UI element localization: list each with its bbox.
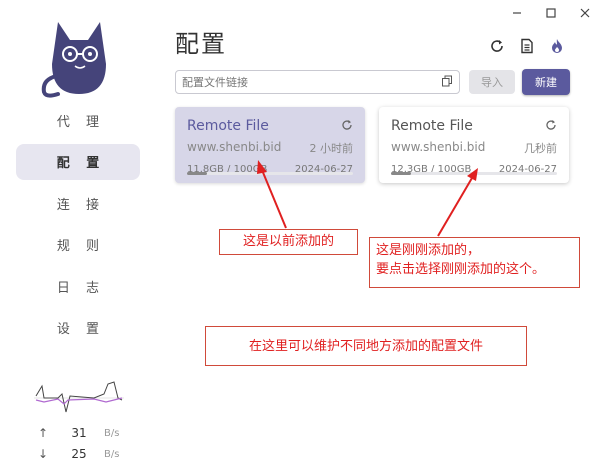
- refresh-icon[interactable]: [341, 116, 353, 135]
- window-controls: [510, 6, 592, 20]
- annotation-note: 这是刚刚添加的， 要点击选择刚刚添加的这个。: [369, 237, 580, 288]
- annotation-note: 在这里可以维护不同地方添加的配置文件: [205, 326, 527, 366]
- download-value: 25: [71, 447, 87, 459]
- sidebar-item-label: 规 则: [56, 239, 106, 254]
- annotation-line: 这是刚刚添加的，: [376, 243, 481, 258]
- profile-url: www.shenbi.bid: [391, 140, 486, 154]
- sidebar-nav: 代 理 配 置 连 接 规 则 日 志 设 置: [16, 102, 140, 351]
- profile-url: www.shenbi.bid: [187, 140, 282, 154]
- page-title: 配置: [175, 30, 227, 58]
- paste-icon[interactable]: [441, 75, 453, 90]
- sidebar-item-label: 设 置: [56, 322, 106, 337]
- download-unit: B/s: [104, 448, 120, 459]
- sidebar-item-settings[interactable]: 设 置: [16, 310, 140, 346]
- profile-card[interactable]: Remote File www.shenbi.bid 几秒前 12.3GB / …: [379, 107, 569, 183]
- usage-bar: [391, 172, 557, 175]
- sidebar-item-label: 配 置: [56, 156, 106, 171]
- sidebar-item-connections[interactable]: 连 接: [16, 185, 140, 221]
- sidebar-item-rules[interactable]: 规 则: [16, 227, 140, 263]
- document-icon[interactable]: [518, 37, 536, 55]
- sidebar-item-label: 日 志: [56, 280, 106, 296]
- profile-name: Remote File: [187, 118, 269, 134]
- minimize-icon[interactable]: [510, 6, 524, 20]
- usage-bar-fill: [391, 172, 412, 175]
- cat-logo: [41, 22, 106, 98]
- annotation-note: 这是以前添加的: [219, 229, 358, 255]
- annotation-line: 要点击选择刚刚添加的这个。: [376, 262, 546, 277]
- sidebar: 代 理 配 置 连 接 规 则 日 志 设 置 ↑ 31 B/s ↓ 25 B/…: [0, 0, 158, 459]
- import-button[interactable]: 导入: [469, 70, 515, 94]
- profile-updated: 几秒前: [524, 142, 557, 155]
- profile-url-field[interactable]: [175, 70, 460, 94]
- profile-url-input[interactable]: [182, 75, 441, 89]
- profile-updated: 2 小时前: [309, 142, 354, 155]
- download-speed: ↓ 25 B/s: [38, 447, 119, 459]
- refresh-icon[interactable]: [545, 116, 557, 135]
- close-icon[interactable]: [578, 6, 592, 20]
- arrow-up-icon: ↑: [38, 426, 49, 440]
- fire-icon[interactable]: [548, 37, 566, 55]
- usage-bar-fill: [187, 172, 207, 175]
- refresh-icon[interactable]: [488, 37, 506, 55]
- sidebar-item-logs[interactable]: 日 志: [16, 268, 140, 304]
- maximize-icon[interactable]: [544, 6, 558, 20]
- header-actions: [488, 37, 566, 55]
- usage-bar: [187, 172, 353, 175]
- upload-value: 31: [71, 426, 87, 440]
- profile-name: Remote File: [391, 118, 473, 134]
- upload-speed: ↑ 31 B/s: [38, 426, 119, 440]
- traffic-graph: [34, 381, 124, 413]
- upload-unit: B/s: [104, 427, 120, 439]
- sidebar-item-profiles[interactable]: 配 置: [16, 143, 140, 180]
- new-button[interactable]: 新建: [522, 69, 570, 95]
- sidebar-item-proxy[interactable]: 代 理: [16, 102, 140, 138]
- profile-card[interactable]: Remote File www.shenbi.bid 2 小时前 11.8GB …: [175, 107, 365, 183]
- sidebar-item-label: 代 理: [56, 114, 106, 130]
- annotation-arrow: [437, 177, 473, 237]
- sidebar-item-label: 连 接: [56, 197, 106, 213]
- arrow-down-icon: ↓: [38, 447, 49, 459]
